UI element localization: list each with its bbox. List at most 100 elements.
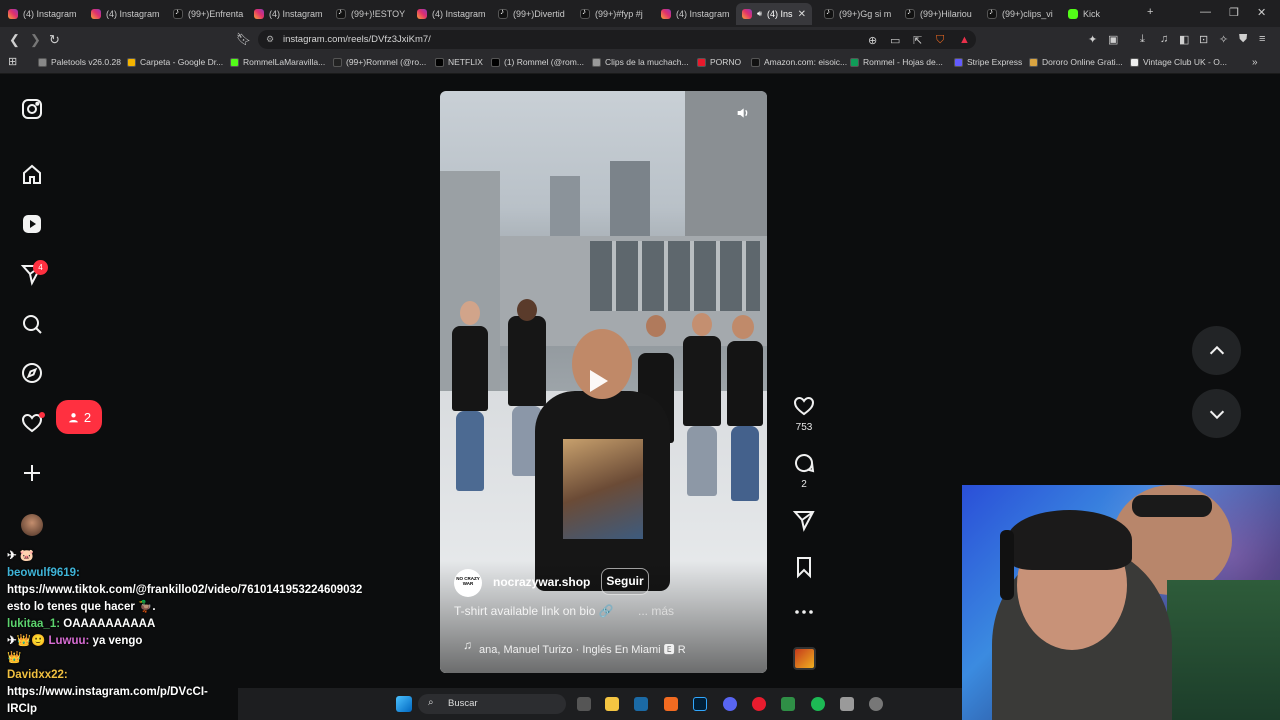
- play-icon[interactable]: [590, 370, 608, 392]
- site-info-icon[interactable]: ⚙: [266, 34, 274, 45]
- new-tab-button[interactable]: +: [1147, 6, 1153, 18]
- browser-tab[interactable]: (99+)Gg si m: [818, 3, 896, 25]
- tab-search-icon[interactable]: ⊡: [1199, 33, 1208, 46]
- extensions-icon[interactable]: ✦: [1088, 33, 1097, 46]
- bookmark-item[interactable]: PORNO: [697, 57, 741, 67]
- tab-audio-icon[interactable]: 🔊︎: [757, 9, 762, 19]
- follow-requests-count: 2: [83, 409, 92, 425]
- forward-icon[interactable]: ❯: [30, 32, 41, 48]
- bookmark-item[interactable]: (1) Rommel (@rom...: [491, 57, 584, 67]
- audio-title: ana, Manuel Turizo · Inglés En Miami 🅴 R: [479, 644, 685, 656]
- bookmark-item[interactable]: Rommel - Hojas de...: [850, 57, 943, 67]
- bookmark-item[interactable]: Clips de la muchach...: [592, 57, 689, 67]
- browser-tab[interactable]: (99+)!ESTOY: [330, 3, 408, 25]
- account-name[interactable]: nocrazywar.shop: [493, 575, 590, 589]
- browser-tab[interactable]: (4) Instagram: [655, 3, 733, 25]
- home-icon[interactable]: [20, 163, 44, 187]
- bookmark-label: Paletools v26.0.28: [51, 57, 121, 67]
- profile-avatar[interactable]: [21, 514, 43, 536]
- browser-tab[interactable]: (4) Instagram: [2, 3, 80, 25]
- reload-icon[interactable]: ↻: [49, 32, 60, 48]
- browser-tab[interactable]: Kick: [1062, 3, 1140, 25]
- download-icon[interactable]: ⤓: [1140, 33, 1145, 46]
- browser-tab[interactable]: (99+)clips_vi: [981, 3, 1059, 25]
- photoshop-icon[interactable]: [693, 697, 707, 711]
- browser-tab-label: (4) Instagram: [432, 9, 486, 19]
- spotify-icon[interactable]: [811, 697, 825, 711]
- bookmark-favicon-icon: [592, 57, 601, 67]
- bookmark-icon[interactable]: 🔖︎: [236, 32, 251, 46]
- browser-tab[interactable]: (4) Instagram: [248, 3, 326, 25]
- follow-button[interactable]: Seguir: [601, 568, 649, 595]
- browser-tab[interactable]: (99+)Enfrenta: [167, 3, 245, 25]
- media-icon[interactable]: ♫: [1160, 33, 1168, 45]
- url-field[interactable]: ⚙ instagram.com/reels/DVfz3JxiKm7/ ⊕ ▭ ⇱…: [258, 30, 976, 49]
- screen-icon[interactable]: ▭: [890, 34, 900, 47]
- apps-grid-icon[interactable]: ⊞: [8, 55, 17, 68]
- discord-icon[interactable]: [723, 697, 737, 711]
- browser-tab[interactable]: (99+)Hilariou: [899, 3, 977, 25]
- volume-icon[interactable]: [735, 105, 755, 125]
- browser-tab[interactable]: (99+)#fyp #j: [574, 3, 652, 25]
- maximize-button[interactable]: ❐: [1229, 6, 1239, 19]
- account-avatar[interactable]: NO CRAZY WAR: [454, 569, 482, 597]
- explore-icon[interactable]: [20, 361, 44, 385]
- audio-thumbnail[interactable]: [793, 647, 816, 670]
- taskbar-search[interactable]: ⌕ Buscar: [418, 694, 566, 714]
- opera-icon[interactable]: [752, 697, 766, 711]
- reels-icon[interactable]: [20, 212, 44, 236]
- file-explorer-icon[interactable]: [605, 697, 619, 711]
- task-view-icon[interactable]: [577, 697, 591, 711]
- browser-tab[interactable]: (4) Instagram: [85, 3, 163, 25]
- search-icon[interactable]: [20, 312, 44, 336]
- windows-start-icon[interactable]: [396, 696, 412, 712]
- app-icon[interactable]: [869, 697, 883, 711]
- follow-requests-pill[interactable]: 2: [56, 400, 102, 434]
- instagram-logo-icon[interactable]: [20, 97, 44, 121]
- close-tab-icon[interactable]: ✕: [798, 9, 806, 20]
- steam-icon[interactable]: [634, 697, 648, 711]
- menu-icon[interactable]: ≡: [1259, 33, 1265, 45]
- next-reel-button[interactable]: [1192, 389, 1241, 438]
- wallet-icon[interactable]: ▣: [1108, 33, 1118, 46]
- bookmark-item[interactable]: NETFLIX: [435, 57, 483, 67]
- app-icon[interactable]: [840, 697, 854, 711]
- zoom-icon[interactable]: ⊕: [868, 34, 877, 47]
- like-heart-icon[interactable]: [792, 394, 816, 418]
- comment-icon[interactable]: [792, 451, 816, 475]
- leo-ai-icon[interactable]: ✧: [1219, 33, 1228, 46]
- close-window-button[interactable]: ✕: [1257, 6, 1266, 19]
- create-icon[interactable]: [20, 461, 44, 485]
- sidebar-icon[interactable]: ◧: [1179, 33, 1189, 46]
- browser-tab[interactable]: (4) Instagram: [411, 3, 489, 25]
- browser-tab[interactable]: 🔊︎ (4) Ins ✕: [736, 3, 812, 25]
- bookmark-item[interactable]: Vintage Club UK - O...: [1130, 57, 1227, 67]
- brave-shield-icon[interactable]: ⛉: [936, 34, 944, 47]
- bookmark-item[interactable]: Amazon.com: eisoic...: [751, 57, 847, 67]
- browser-tab[interactable]: (99+)Divertid: [492, 3, 570, 25]
- caption-more-link[interactable]: ... más: [638, 604, 674, 618]
- previous-reel-button[interactable]: [1192, 326, 1241, 375]
- tiktok-icon: [824, 7, 834, 19]
- bookmark-item[interactable]: Stripe Express: [954, 57, 1022, 67]
- bookmark-favicon-icon: [491, 57, 500, 67]
- more-bookmarks-icon[interactable]: »: [1252, 57, 1258, 68]
- brave-rewards-icon[interactable]: ▲: [959, 34, 970, 46]
- bookmark-item[interactable]: Paletools v26.0.28: [38, 57, 121, 67]
- bookmark-item[interactable]: Carpeta - Google Dr...: [127, 57, 223, 67]
- bookmark-item[interactable]: Dororo Online Grati...: [1029, 57, 1123, 67]
- bookmark-item[interactable]: (99+)Rommel (@ro...: [333, 57, 426, 67]
- bookmark-item[interactable]: RommelLaMaravilla...: [230, 57, 325, 67]
- minimize-button[interactable]: —: [1200, 6, 1211, 18]
- browser-tab-label: (99+)Gg si m: [839, 9, 892, 19]
- more-options-icon[interactable]: [792, 600, 816, 624]
- save-bookmark-icon[interactable]: [792, 555, 816, 579]
- brave-taskbar-icon[interactable]: [664, 697, 678, 711]
- reel-audio[interactable]: ♫ ana, Manuel Turizo · Inglés En Miami 🅴…: [455, 635, 685, 657]
- share-send-icon[interactable]: [792, 508, 816, 532]
- vpn-icon[interactable]: ⛊: [1239, 33, 1247, 46]
- back-icon[interactable]: ❮: [9, 32, 20, 48]
- app-icon[interactable]: [781, 697, 795, 711]
- comments-count: 2: [801, 479, 807, 490]
- share-icon[interactable]: ⇱: [913, 34, 922, 47]
